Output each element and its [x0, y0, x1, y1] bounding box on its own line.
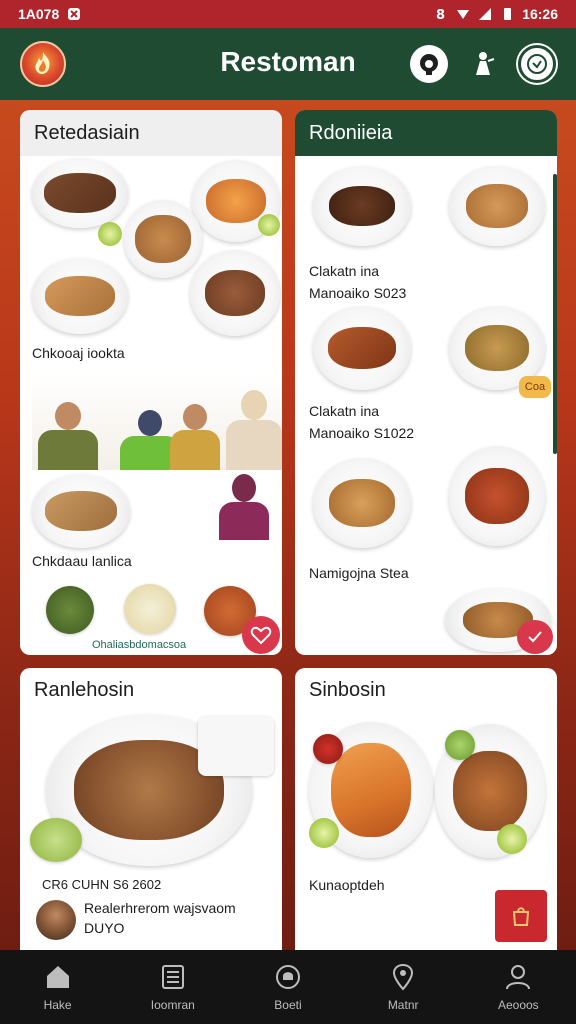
dish-caption: Kunaoptdeh: [309, 877, 385, 893]
check-icon: [528, 631, 542, 643]
card-title: Ranlehosin: [34, 678, 135, 701]
restaurant-card-4[interactable]: Sinbosin Kunaoptdeh: [295, 668, 557, 950]
dish-plate: [449, 166, 545, 246]
lime-garnish: [98, 222, 122, 246]
chef-icon: [420, 54, 438, 75]
card-title: Sinbosin: [309, 678, 386, 701]
card-footer-text: Ohaliasbdomacsoa: [92, 639, 187, 651]
card-title: Retedasiain: [20, 110, 282, 156]
dish-plate: [124, 200, 202, 278]
restaurant-card-3[interactable]: Ranlehosin CR6 CUHN S6 2602 Realerhrerom…: [20, 668, 282, 950]
flame-icon: [35, 52, 50, 74]
app-logo[interactable]: [20, 41, 66, 87]
dish-plate: [190, 250, 280, 336]
dish-plate: [32, 258, 128, 334]
nav-home[interactable]: Hake: [13, 962, 103, 1012]
nav-home-label: Hake: [43, 998, 72, 1012]
scrollbar[interactable]: [553, 174, 557, 454]
dish-plate: [32, 474, 130, 548]
nav-map[interactable]: Matnr: [358, 962, 448, 1012]
menu-icon: [161, 965, 184, 989]
dish-caption: Namigojna Stea: [309, 565, 409, 581]
home-icon: [46, 966, 69, 988]
location-button[interactable]: [518, 45, 556, 83]
side-bowl: [313, 734, 343, 764]
chef-button[interactable]: [410, 45, 448, 83]
price-text: CR6 CUHN S6 2602: [42, 877, 162, 892]
sync-icon: 8: [436, 8, 445, 21]
wifi-icon: [457, 10, 470, 19]
diner-photo: [216, 474, 272, 544]
nav-orders-label: Boeti: [274, 998, 302, 1012]
dish-caption: Clakatn ina Manoaiko S023: [309, 263, 407, 301]
side-dish: [198, 716, 274, 776]
card-title: Rdoniieia: [295, 110, 557, 156]
orders-icon: [275, 965, 300, 989]
nav-restaurants[interactable]: Ioomran: [128, 962, 218, 1012]
bottom-navigation: Hake Ioomran Boeti Matnr Aeooos: [0, 950, 576, 1024]
nav-restaurants-label: Ioomran: [150, 998, 195, 1012]
lime-garnish: [497, 824, 527, 854]
status-bar: 1A078 8 16:26: [0, 0, 576, 28]
side-bowl: [445, 730, 475, 760]
promo-badge: Coa: [519, 376, 551, 398]
battery-icon: [504, 8, 512, 20]
reviewer-avatar[interactable]: [36, 900, 76, 940]
lime-garnish: [309, 818, 339, 848]
favorite-button[interactable]: [242, 616, 280, 654]
side-bowl: [30, 818, 82, 862]
lime-garnish: [258, 214, 280, 236]
nav-map-label: Matnr: [387, 998, 419, 1012]
app-bar: Restoman: [0, 28, 576, 100]
status-time-left: 1A078: [18, 6, 60, 22]
dish-plate: [313, 166, 411, 246]
nav-orders[interactable]: Boeti: [243, 962, 333, 1012]
nav-profile-label: Aeooos: [497, 998, 539, 1012]
status-time-right: 16:26: [522, 6, 558, 22]
review-text: Realerhrerom wajsvaom DUYO: [84, 900, 236, 936]
dish-plate: [449, 446, 545, 546]
restaurant-card-2[interactable]: Rdoniieia Clakatn ina Manoaiko S023 Coa …: [295, 110, 557, 655]
svg-text:8: 8: [436, 8, 445, 21]
nav-profile[interactable]: Aeooos: [473, 962, 563, 1012]
side-bowl: [46, 586, 94, 634]
order-button[interactable]: [495, 890, 547, 942]
side-bowl: [124, 584, 176, 634]
bag-icon: [512, 907, 530, 926]
waiter-button[interactable]: [464, 45, 502, 83]
heart-icon: [250, 626, 272, 645]
dish-caption: Chkdaau lanlica: [32, 553, 132, 569]
profile-icon: [506, 965, 531, 990]
select-button[interactable]: [517, 620, 553, 654]
location-icon: [393, 963, 414, 991]
dish-plate: [313, 458, 411, 548]
dish-caption: Clakatn ina Manoaiko S1022: [309, 403, 415, 441]
signal-icon: [479, 8, 492, 20]
diners-photo: [32, 374, 282, 470]
pin-icon: [527, 54, 547, 74]
dish-caption: Chkooaj iookta: [32, 345, 125, 361]
restaurant-card-1[interactable]: Retedasiain Chkooaj iookta Chkdaau lanli…: [20, 110, 282, 655]
dish-plate: [32, 158, 128, 228]
waiter-icon: [476, 52, 495, 75]
notification-icon: [68, 8, 81, 20]
dish-plate: [313, 306, 411, 390]
